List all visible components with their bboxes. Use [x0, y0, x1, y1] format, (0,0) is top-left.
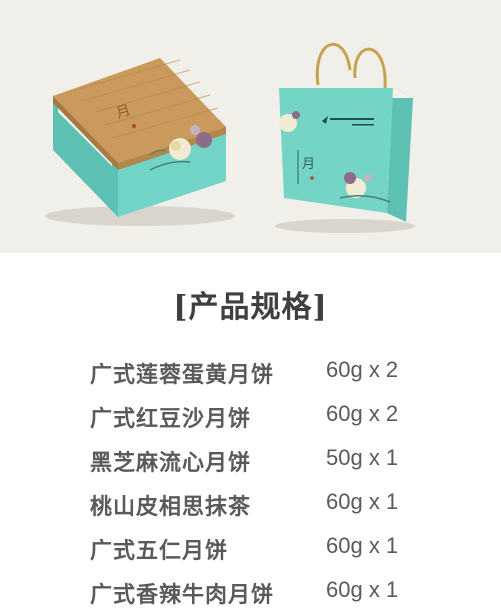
spec-name: 黑芝麻流心月饼: [90, 450, 252, 476]
spec-row: 广式香辣牛肉月饼 60g x 1: [0, 577, 501, 609]
packaging-illustration: 月 月: [45, 42, 415, 233]
spec-qty: 60g x 2: [326, 401, 399, 426]
spec-qty: 60g x 1: [326, 533, 399, 558]
spec-name: 广式莲蓉蛋黄月饼: [90, 362, 275, 388]
section-title: [产品规格]: [173, 290, 328, 325]
spec-row: 广式红豆沙月饼 60g x 2: [0, 401, 501, 433]
svg-text:月: 月: [302, 157, 315, 172]
spec-row: 黑芝麻流心月饼 50g x 1: [0, 445, 501, 477]
spec-name: 桃山皮相思抹茶: [90, 494, 252, 520]
spec-row: 广式莲蓉蛋黄月饼 60g x 2: [0, 357, 501, 389]
gift-box-icon: 月: [53, 58, 226, 217]
gift-bag-icon: 月: [279, 42, 413, 222]
spec-qty: 60g x 2: [326, 357, 399, 382]
product-hero-image: 月 月: [0, 0, 501, 253]
spec-qty: 50g x 1: [326, 445, 399, 470]
spec-row: 桃山皮相思抹茶 60g x 1: [0, 489, 501, 521]
spec-name: 广式五仁月饼: [90, 538, 229, 564]
spec-name: 广式香辣牛肉月饼: [90, 582, 275, 608]
spec-name: 广式红豆沙月饼: [90, 406, 252, 432]
spec-qty: 60g x 1: [326, 489, 399, 514]
spec-row: 广式五仁月饼 60g x 1: [0, 533, 501, 565]
spec-qty: 60g x 1: [326, 577, 399, 602]
